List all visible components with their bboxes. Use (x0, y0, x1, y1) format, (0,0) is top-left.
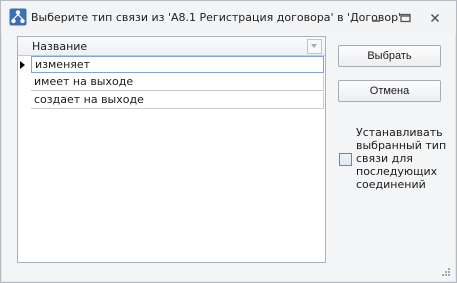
grid-row[interactable]: создает на выходе (18, 92, 325, 110)
grid-cell[interactable]: изменяет (31, 56, 324, 73)
grid-row[interactable]: имеет на выходе (18, 74, 325, 92)
title-bar[interactable]: Выберите тип связи из 'А8.1 Регистрация … (1, 1, 456, 34)
remember-type-label[interactable]: Устанавливать выбранный тип связи для по… (356, 126, 448, 191)
row-pointer-icon (20, 61, 25, 69)
link-type-grid[interactable]: Название изменяет имеет на выходе создае… (17, 36, 326, 263)
dialog-window: Выберите тип связи из 'А8.1 Регистрация … (0, 0, 457, 283)
row-indicator (18, 74, 30, 92)
close-icon[interactable] (428, 11, 442, 24)
minimize-icon[interactable] (369, 11, 383, 24)
row-indicator (18, 92, 30, 110)
resize-grip-icon[interactable] (441, 267, 451, 277)
network-nodes-icon (9, 8, 27, 26)
grid-row[interactable]: изменяет (18, 56, 325, 74)
select-button[interactable]: Выбрать (338, 45, 441, 67)
grid-cell[interactable]: имеет на выходе (31, 74, 324, 91)
filter-dropdown-icon[interactable] (307, 39, 322, 54)
grid-cell[interactable]: создает на выходе (31, 92, 324, 109)
column-header-name[interactable]: Название (32, 40, 87, 53)
remember-type-checkbox[interactable] (339, 153, 352, 166)
row-indicator (18, 56, 30, 74)
cancel-button[interactable]: Отмена (338, 80, 441, 102)
restore-icon[interactable] (398, 11, 412, 24)
dialog-content: Название изменяет имеет на выходе создае… (2, 34, 455, 281)
grid-header: Название (18, 37, 325, 56)
window-title: Выберите тип связи из 'А8.1 Регистрация … (31, 11, 402, 24)
